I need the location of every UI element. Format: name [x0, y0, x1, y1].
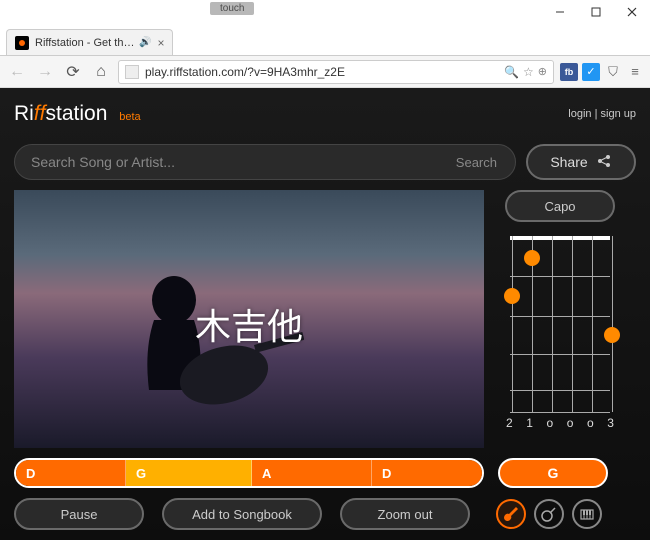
- fret-label: 2: [506, 416, 513, 430]
- fret-label: o: [547, 416, 554, 430]
- app-content: Riffstation beta login | sign up Search …: [0, 88, 650, 540]
- video-overlay-text: 木吉他: [195, 298, 303, 350]
- home-button[interactable]: ⌂: [90, 61, 112, 83]
- chord-segment-active[interactable]: G: [126, 460, 252, 486]
- minimize-button[interactable]: [542, 0, 578, 24]
- share-label: Share: [550, 154, 587, 170]
- tab-bar: Riffstation - Get the cl 🔊 ×: [0, 26, 650, 56]
- finger-dot: [524, 250, 540, 266]
- back-button[interactable]: ←: [6, 61, 28, 83]
- app-header: Riffstation beta login | sign up: [14, 98, 636, 130]
- browser-tab[interactable]: Riffstation - Get the cl 🔊 ×: [6, 29, 173, 55]
- chord-column: Capo 2 1 o: [498, 190, 622, 448]
- current-chord-badge: G: [498, 458, 608, 488]
- shield-icon[interactable]: ⛉: [604, 63, 622, 81]
- extension-icon[interactable]: ✓: [582, 63, 600, 81]
- logo-pre: Ri: [14, 102, 34, 125]
- touch-label: touch: [210, 2, 254, 15]
- fret-label: o: [587, 416, 594, 430]
- fret-labels: 2 1 o o o 3: [504, 416, 616, 430]
- window-titlebar: touch: [0, 0, 650, 28]
- chord-timeline[interactable]: D G A D: [14, 458, 484, 488]
- zoom-out-button[interactable]: Zoom out: [340, 498, 470, 530]
- browser-toolbar: ← → ⟳ ⌂ play.riffstation.com/?v=9HA3mhr_…: [0, 56, 650, 88]
- finger-dot: [504, 288, 520, 304]
- page-icon: [125, 65, 139, 79]
- signup-link[interactable]: sign up: [601, 108, 636, 120]
- chord-segment[interactable]: A: [252, 460, 372, 486]
- finger-dot: [604, 327, 620, 343]
- search-button[interactable]: Search: [444, 148, 509, 176]
- fretboard-diagram: [504, 236, 616, 412]
- instrument-selector: [496, 499, 602, 529]
- chord-segment[interactable]: D: [16, 460, 126, 486]
- search-container: Search: [14, 144, 516, 180]
- logo[interactable]: Riffstation beta: [14, 102, 141, 126]
- pause-button[interactable]: Pause: [14, 498, 144, 530]
- search-engine-icon[interactable]: 🔍: [504, 65, 519, 79]
- maximize-button[interactable]: [578, 0, 614, 24]
- audio-playing-icon[interactable]: 🔊: [139, 37, 151, 48]
- tab-close-icon[interactable]: ×: [157, 36, 164, 50]
- search-input[interactable]: [31, 154, 444, 170]
- fret-label: 1: [526, 416, 533, 430]
- reload-button[interactable]: ⟳: [62, 61, 84, 83]
- ukulele-icon[interactable]: [534, 499, 564, 529]
- url-text: play.riffstation.com/?v=9HA3mhr_z2E: [145, 65, 504, 79]
- translate-icon[interactable]: ⊕: [538, 65, 547, 78]
- fret-label: 3: [607, 416, 614, 430]
- bookmark-icon[interactable]: ☆: [523, 65, 534, 79]
- window-controls: [542, 0, 650, 24]
- chord-segment[interactable]: D: [372, 460, 482, 486]
- capo-button[interactable]: Capo: [505, 190, 615, 222]
- auth-links: login | sign up: [568, 108, 636, 120]
- share-icon: [596, 153, 612, 172]
- video-column: 木吉他: [14, 190, 484, 448]
- toolbar-extensions: fb ✓ ⛉ ≡: [560, 63, 644, 81]
- tab-title: Riffstation - Get the cl: [35, 37, 135, 49]
- url-bar[interactable]: play.riffstation.com/?v=9HA3mhr_z2E 🔍 ☆ …: [118, 60, 554, 84]
- favicon-icon: [15, 36, 29, 50]
- login-link[interactable]: login: [568, 108, 591, 120]
- logo-post: station: [46, 102, 108, 125]
- menu-icon[interactable]: ≡: [626, 63, 644, 81]
- share-button[interactable]: Share: [526, 144, 636, 180]
- beta-label: beta: [119, 111, 140, 123]
- facebook-extension-icon[interactable]: fb: [560, 63, 578, 81]
- add-to-songbook-button[interactable]: Add to Songbook: [162, 498, 322, 530]
- guitar-icon[interactable]: [496, 499, 526, 529]
- forward-button[interactable]: →: [34, 61, 56, 83]
- logo-ff: ff: [34, 102, 46, 125]
- window-close-button[interactable]: [614, 0, 650, 24]
- fret-label: o: [567, 416, 574, 430]
- piano-icon[interactable]: [572, 499, 602, 529]
- video-player[interactable]: 木吉他: [14, 190, 484, 448]
